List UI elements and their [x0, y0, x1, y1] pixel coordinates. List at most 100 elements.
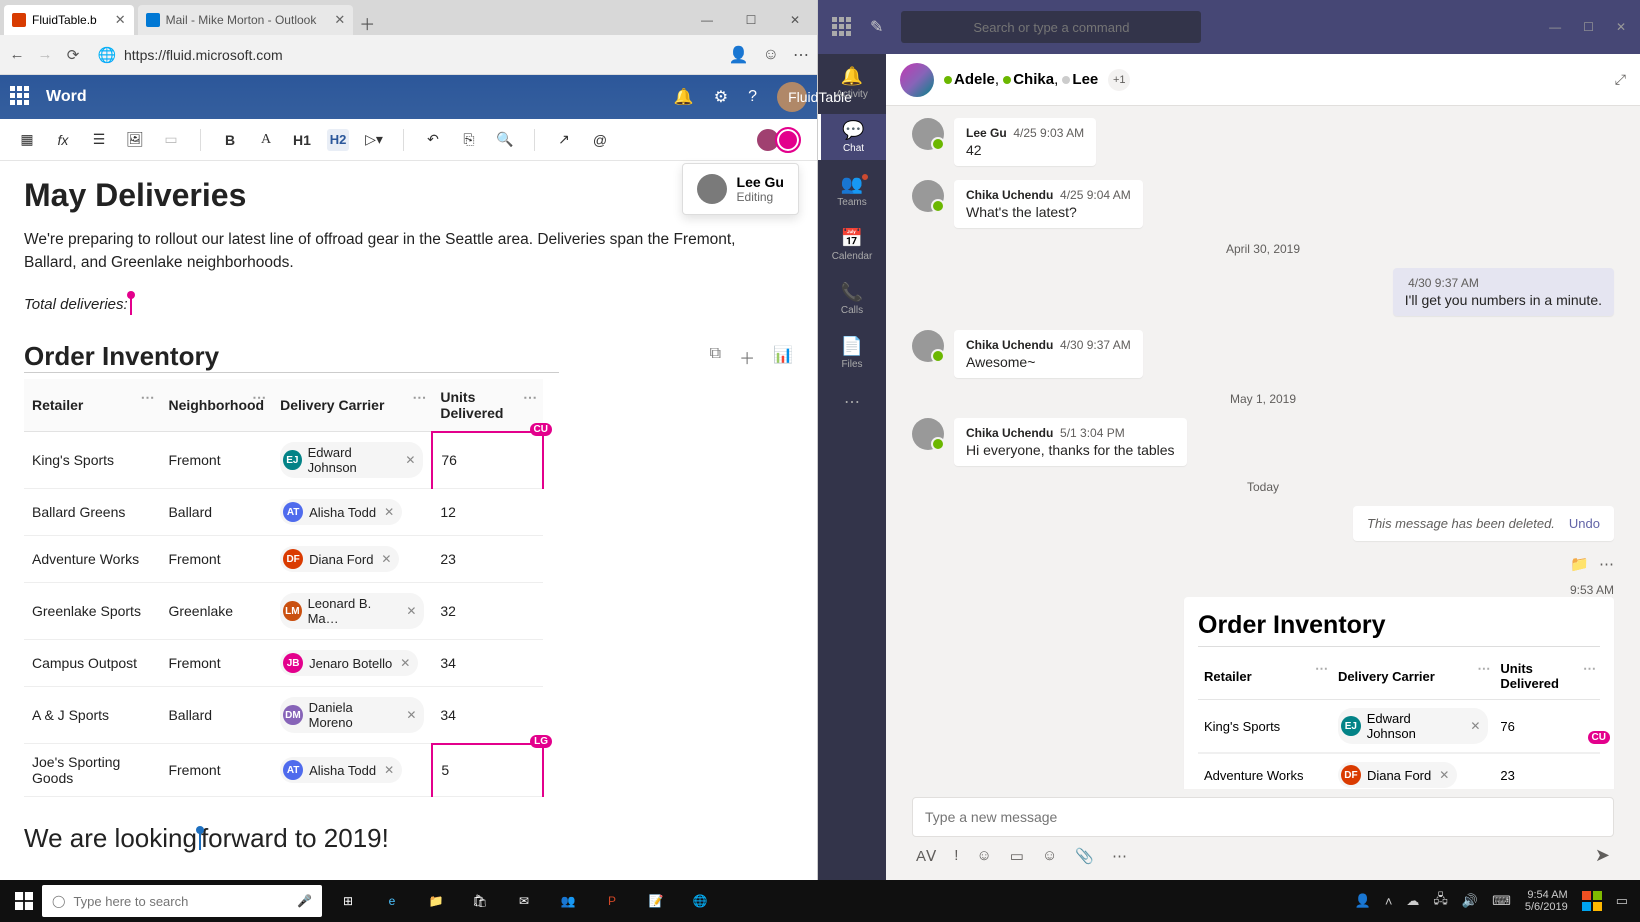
popout-icon[interactable]: ⤢	[1615, 71, 1626, 88]
person-chip[interactable]: EJEdward Johnson✕	[280, 442, 423, 478]
onedrive-icon[interactable]: ☁	[1406, 893, 1419, 909]
chip-remove-icon[interactable]: ✕	[381, 552, 391, 566]
chevron-up-icon[interactable]: ˄	[1385, 894, 1393, 909]
new-tab-button[interactable]: ＋	[353, 11, 381, 35]
settings-icon[interactable]: ⚙	[714, 87, 728, 107]
rail-calls[interactable]: 📞Calls	[818, 276, 886, 322]
table-header[interactable]: Neighborhood⋯	[160, 379, 272, 432]
total-line[interactable]: Total deliveries:	[24, 295, 132, 315]
undo-link[interactable]: Undo	[1569, 516, 1600, 531]
task-view-icon[interactable]: ⊞	[328, 885, 368, 917]
table-header[interactable]: Units Delivered⋯	[432, 379, 543, 432]
table-row[interactable]: Adventure WorksDFDiana Ford✕23	[1198, 754, 1600, 790]
table-header[interactable]: Delivery Carrier⋯	[272, 379, 432, 432]
window-close-icon[interactable]: ✕	[773, 5, 817, 35]
table-row[interactable]: Joe's Sporting GoodsFremontATAlisha Todd…	[24, 744, 543, 797]
list-icon[interactable]: ☰	[88, 129, 110, 151]
card-header[interactable]: Retailer⋯	[1198, 653, 1332, 700]
rail-more-icon[interactable]: ⋯	[844, 392, 860, 412]
chip-remove-icon[interactable]: ✕	[1439, 768, 1449, 782]
chart-icon[interactable]: 📊	[773, 345, 793, 369]
column-menu-icon[interactable]: ⋯	[523, 389, 537, 406]
cell-retailer[interactable]: King's Sports	[24, 432, 160, 489]
redo-icon[interactable]: ⎘	[458, 129, 480, 151]
font-button[interactable]: A	[255, 129, 277, 151]
rail-teams[interactable]: 👥Teams	[818, 168, 886, 214]
cell-neighborhood[interactable]: Ballard	[160, 687, 272, 744]
table-row[interactable]: Greenlake SportsGreenlakeLMLeonard B. Ma…	[24, 583, 543, 640]
forward-icon[interactable]: →	[36, 46, 54, 64]
send-icon[interactable]: ➤	[1595, 845, 1610, 866]
browser-tab-active[interactable]: FluidTable.b ✕	[4, 5, 134, 35]
cell-units[interactable]: 34	[432, 687, 543, 744]
start-button[interactable]	[6, 892, 42, 910]
url-field[interactable]	[124, 47, 713, 63]
column-menu-icon[interactable]: ⋯	[140, 389, 154, 406]
network-icon[interactable]: 🖧	[1433, 890, 1448, 912]
add-icon[interactable]: ＋	[739, 345, 755, 369]
message-avatar[interactable]	[912, 330, 944, 362]
window-maximize-icon[interactable]: ☐	[729, 5, 773, 35]
cell-carrier[interactable]: DMDaniela Moreno✕	[272, 687, 432, 744]
cell-carrier[interactable]: LMLeonard B. Ma…✕	[272, 583, 432, 640]
explorer-icon[interactable]: 📁	[416, 885, 456, 917]
browser-icon[interactable]: 🌐	[680, 885, 720, 917]
tab-close-icon[interactable]: ✕	[115, 12, 126, 28]
mention-icon[interactable]: @	[589, 129, 611, 151]
window-maximize-icon[interactable]: ☐	[1583, 20, 1594, 34]
browser-tab-inactive[interactable]: Mail - Mike Morton - Outlook ✕	[138, 5, 354, 35]
person-chip[interactable]: DMDaniela Moreno✕	[280, 697, 424, 733]
cell-neighborhood[interactable]: Fremont	[160, 432, 272, 489]
section-heading[interactable]: Order Inventory	[24, 341, 559, 373]
rail-calendar[interactable]: 📅Calendar	[818, 222, 886, 268]
notepad-icon[interactable]: 📝	[636, 885, 676, 917]
app-launcher-icon[interactable]	[832, 17, 852, 37]
document-canvas[interactable]: May Deliveries We're preparing to rollou…	[0, 161, 817, 880]
text-direction-icon[interactable]: ▷▾	[363, 129, 385, 151]
cell-retailer[interactable]: Joe's Sporting Goods	[24, 744, 160, 797]
card-header[interactable]: Delivery Carrier⋯	[1332, 653, 1494, 700]
mic-icon[interactable]: 🎤	[297, 894, 312, 908]
copy-component-icon[interactable]: ⧉	[710, 345, 721, 369]
card-header[interactable]: Units Delivered⋯	[1494, 653, 1600, 700]
share-icon[interactable]: ↗	[553, 129, 575, 151]
chip-remove-icon[interactable]: ✕	[406, 604, 416, 618]
menu-icon[interactable]: ⋯	[793, 45, 809, 65]
cell-units[interactable]: 5	[432, 744, 543, 797]
cell-retailer[interactable]: Ballard Greens	[24, 489, 160, 536]
message-incoming[interactable]: Lee Gu 4/25 9:03 AM42	[912, 118, 1614, 166]
edge-icon[interactable]: e	[372, 885, 412, 917]
priority-icon[interactable]: !	[954, 847, 958, 864]
teams-app-icon[interactable]: 👥	[548, 885, 588, 917]
compose-input[interactable]	[925, 809, 1601, 825]
cell-retailer[interactable]: A & J Sports	[24, 687, 160, 744]
message-avatar[interactable]	[912, 180, 944, 212]
column-menu-icon[interactable]: ⋯	[412, 389, 426, 406]
heading1-button[interactable]: H1	[291, 129, 313, 151]
taskbar-search-input[interactable]	[73, 894, 289, 909]
cell-retailer[interactable]: Campus Outpost	[24, 640, 160, 687]
search-icon[interactable]: 🔍	[494, 129, 516, 151]
attach-icon[interactable]: 📎	[1075, 847, 1094, 865]
new-message-icon[interactable]: ✎	[870, 17, 883, 37]
message-avatar[interactable]	[912, 418, 944, 450]
intro-paragraph[interactable]: We're preparing to rollout our latest li…	[24, 228, 764, 275]
presence-stack[interactable]	[755, 127, 801, 153]
notifications-icon[interactable]: 🔔	[674, 87, 694, 107]
sticker-icon[interactable]: ☺	[1042, 847, 1057, 864]
window-close-icon[interactable]: ✕	[1616, 20, 1626, 34]
cell-carrier[interactable]: ATAlisha Todd✕	[272, 744, 432, 797]
format-icon[interactable]: Aᐯ	[916, 847, 936, 865]
person-chip[interactable]: DFDiana Ford✕	[1338, 762, 1457, 788]
undo-icon[interactable]: ↶	[422, 129, 444, 151]
chip-remove-icon[interactable]: ✕	[405, 453, 415, 467]
image-icon[interactable]: 🖼	[124, 129, 146, 151]
powerpoint-icon[interactable]: P	[592, 885, 632, 917]
table-icon[interactable]: ▦	[16, 129, 38, 151]
message-incoming[interactable]: Chika Uchendu 4/30 9:37 AMAwesome~	[912, 330, 1614, 378]
cell-neighborhood[interactable]: Greenlake	[160, 583, 272, 640]
volume-icon[interactable]: 🔊	[1462, 893, 1478, 909]
heading2-button[interactable]: H2	[327, 129, 349, 151]
table-row[interactable]: King's SportsFremontEJEdward Johnson✕76	[24, 432, 543, 489]
tab-close-icon[interactable]: ✕	[334, 12, 345, 28]
